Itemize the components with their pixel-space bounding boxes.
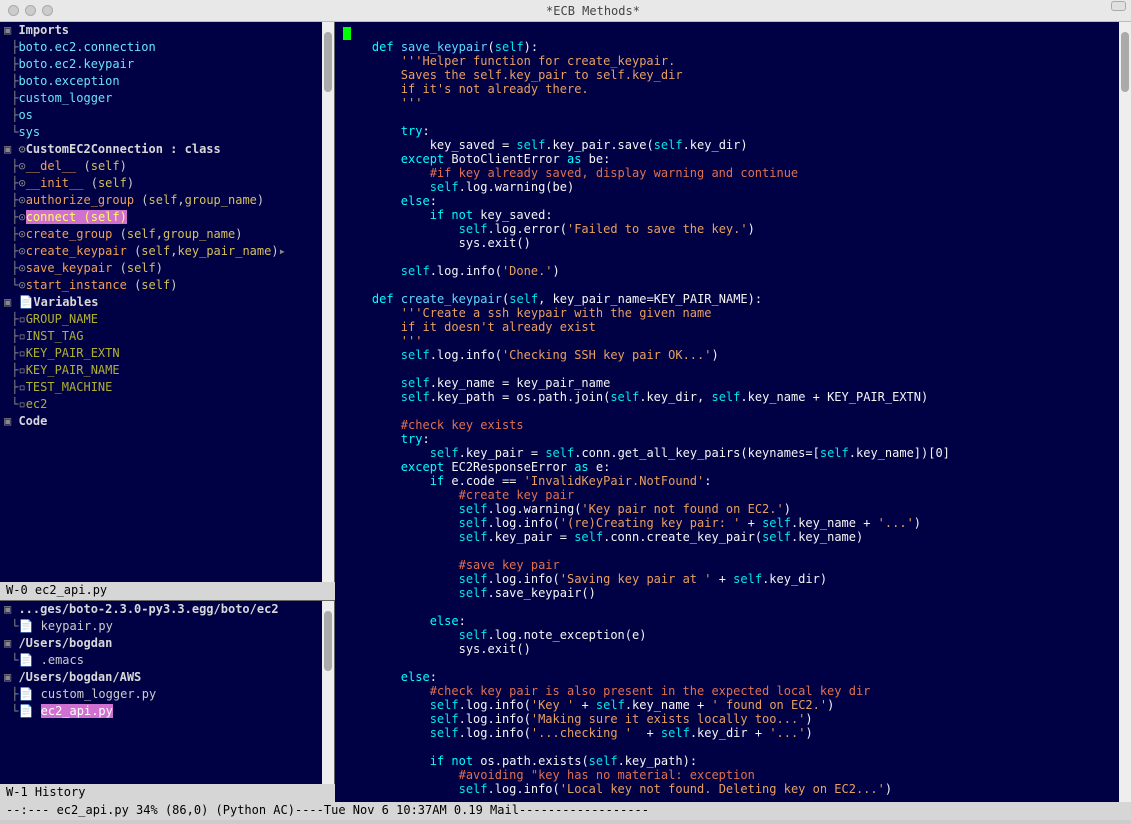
code-editor[interactable]: def save_keypair(self): '''Helper functi… <box>335 22 1131 802</box>
ecb-history-pane[interactable]: ▣ ...ges/boto-2.3.0-py3.3.egg/boto/ec2 └… <box>0 600 335 784</box>
close-icon[interactable] <box>8 5 19 16</box>
scrollbar[interactable] <box>1119 22 1131 802</box>
tree-item[interactable]: custom_logger <box>18 91 112 105</box>
modeline-main: --:--- ec2_api.py 34% (86,0) (Python AC)… <box>0 802 1131 820</box>
tree-item-selected[interactable]: connect (self) <box>26 210 127 224</box>
modeline-w0: W-0 ec2_api.py <box>0 582 335 600</box>
tree-item[interactable]: sys <box>18 125 40 139</box>
tree-item[interactable]: boto.exception <box>18 74 119 88</box>
history-path[interactable]: ...ges/boto-2.3.0-py3.3.egg/boto/ec2 <box>18 602 278 616</box>
tree-item[interactable]: KEY_PAIR_NAME <box>26 363 120 377</box>
minimize-icon[interactable] <box>25 5 36 16</box>
history-file[interactable]: keypair.py <box>41 619 113 633</box>
history-path[interactable]: /Users/bogdan/AWS <box>18 670 141 684</box>
tree-item[interactable]: __init__ <box>26 176 84 190</box>
zoom-icon[interactable] <box>42 5 53 16</box>
scrollbar[interactable] <box>322 22 334 582</box>
vars-header[interactable]: Variables <box>33 295 98 309</box>
tree-item[interactable]: INST_TAG <box>26 329 84 343</box>
history-file[interactable]: custom_logger.py <box>41 687 157 701</box>
code-header[interactable]: Code <box>18 414 47 428</box>
imports-header[interactable]: Imports <box>18 23 69 37</box>
ecb-methods-pane[interactable]: ▣ Imports ├boto.ec2.connection ├boto.ec2… <box>0 22 335 582</box>
scrollbar[interactable] <box>322 601 334 784</box>
window-resize-icon[interactable] <box>1111 1 1126 11</box>
tree-item[interactable]: GROUP_NAME <box>26 312 98 326</box>
modeline-w1: W-1 History <box>0 784 335 802</box>
traffic-lights <box>8 5 53 16</box>
tree-item[interactable]: save_keypair <box>26 261 113 275</box>
titlebar: *ECB Methods* <box>0 0 1131 22</box>
cursor-icon <box>343 27 351 40</box>
tree-item[interactable]: TEST_MACHINE <box>26 380 113 394</box>
window-title: *ECB Methods* <box>63 4 1123 18</box>
class-header[interactable]: CustomEC2Connection : class <box>26 142 221 156</box>
history-path[interactable]: /Users/bogdan <box>18 636 112 650</box>
tree-item[interactable]: ec2 <box>26 397 48 411</box>
tree-item[interactable]: create_group <box>26 227 113 241</box>
tree-item[interactable]: boto.ec2.connection <box>18 40 155 54</box>
tree-item[interactable]: os <box>18 108 32 122</box>
history-file-selected[interactable]: ec2_api.py <box>41 704 113 718</box>
tree-item[interactable]: start_instance <box>26 278 127 292</box>
tree-item[interactable]: __del__ <box>26 159 77 173</box>
tree-item[interactable]: create_keypair <box>26 244 127 258</box>
tree-item[interactable]: authorize_group <box>26 193 134 207</box>
history-file[interactable]: .emacs <box>41 653 84 667</box>
tree-item[interactable]: boto.ec2.keypair <box>18 57 134 71</box>
tree-item[interactable]: KEY_PAIR_EXTN <box>26 346 120 360</box>
